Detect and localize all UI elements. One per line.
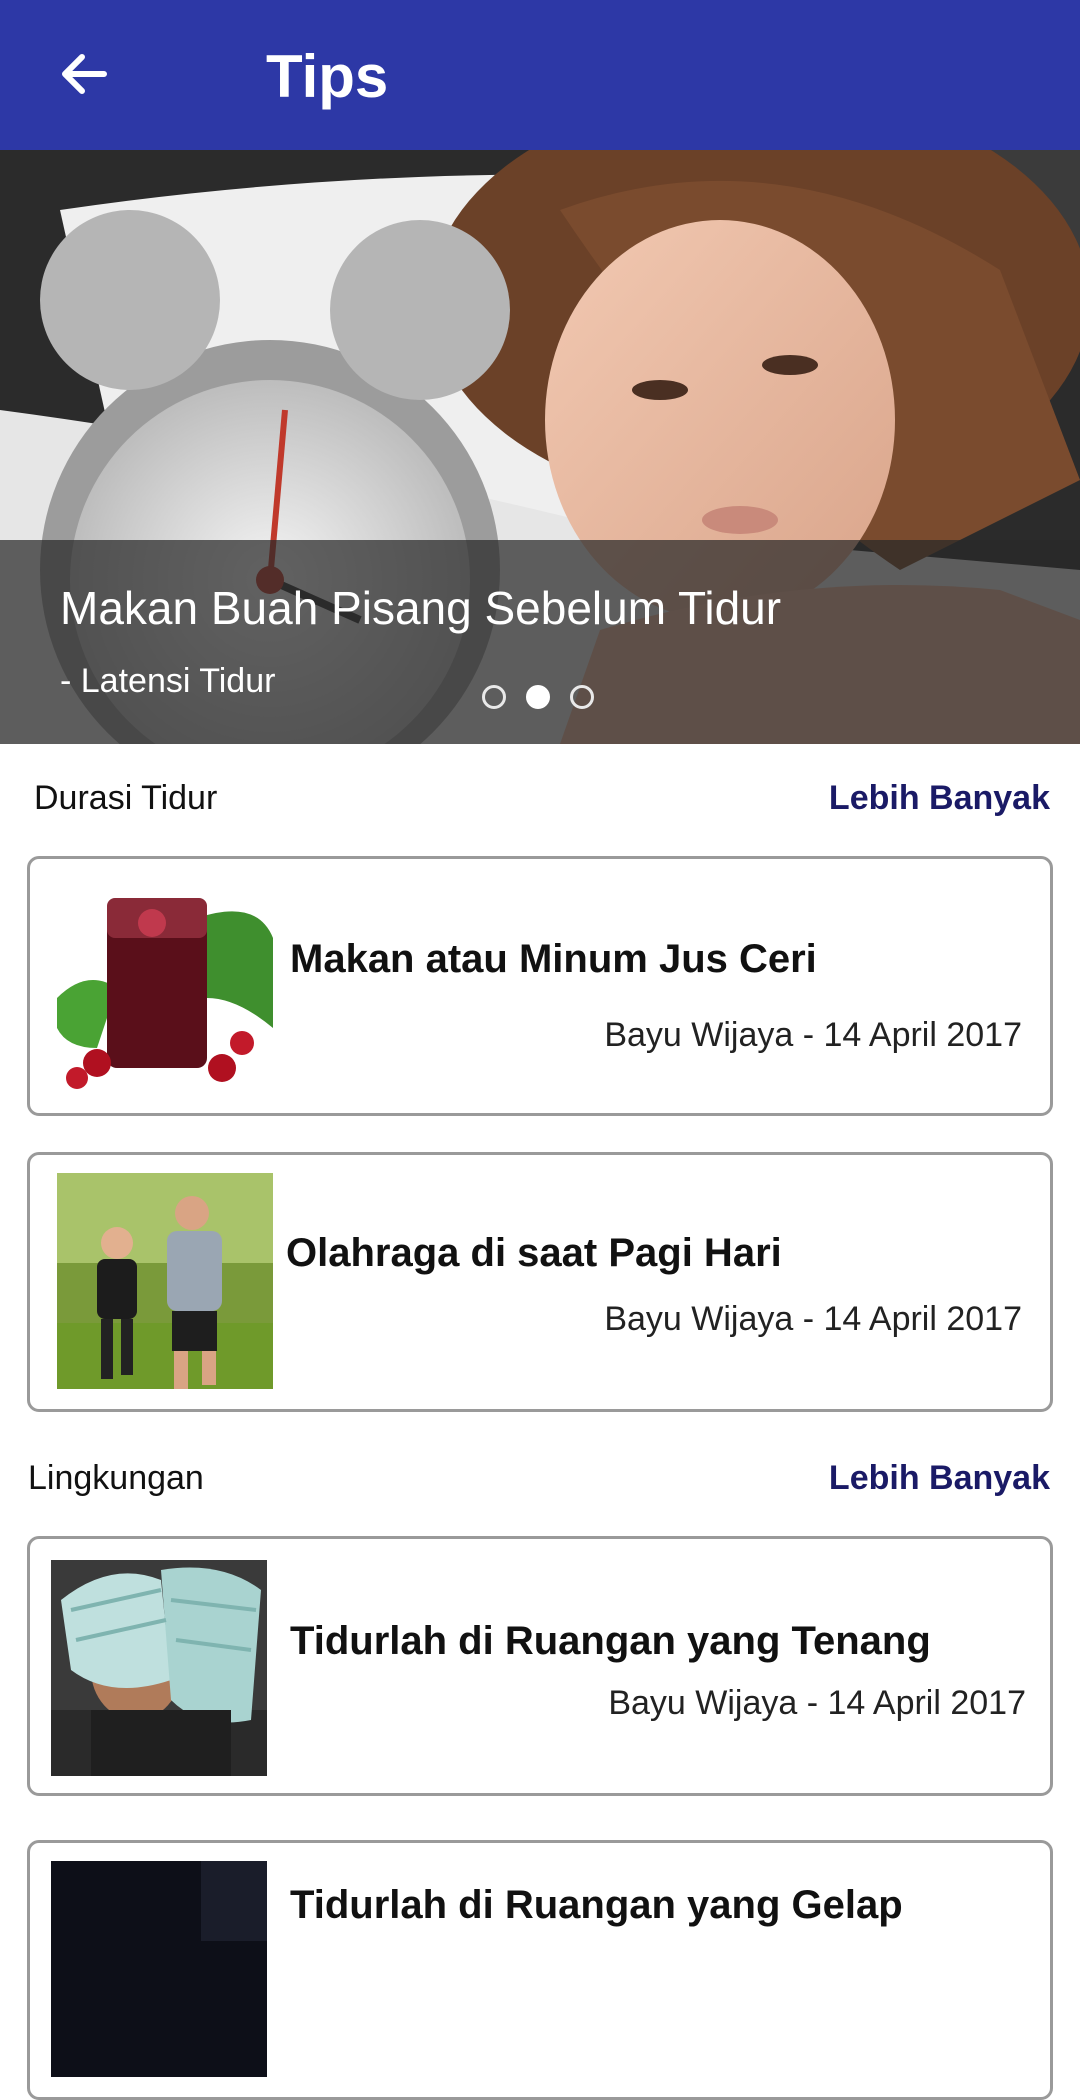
more-button-lingkungan[interactable]: Lebih Banyak <box>829 1458 1050 1498</box>
article-title: Makan atau Minum Jus Ceri <box>290 937 817 981</box>
article-title: Tidurlah di Ruangan yang Tenang <box>290 1619 931 1663</box>
app-bar: Tips <box>0 0 1080 150</box>
article-title: Tidurlah di Ruangan yang Gelap <box>290 1883 903 1927</box>
article-card[interactable]: Tidurlah di Ruangan yang Gelap <box>27 1840 1053 2100</box>
article-meta: Bayu Wijaya - 14 April 2017 <box>604 1300 1022 1338</box>
carousel-dot-3[interactable] <box>570 685 594 709</box>
hero-subtitle: - Latensi Tidur <box>60 662 276 700</box>
page-title: Tips <box>266 43 389 110</box>
article-card[interactable]: Tidurlah di Ruangan yang Tenang Bayu Wij… <box>27 1536 1053 1796</box>
hero-caption-overlay <box>0 540 1080 744</box>
article-meta: Bayu Wijaya - 14 April 2017 <box>604 1016 1022 1054</box>
article-thumbnail <box>51 1861 267 2077</box>
article-meta: Bayu Wijaya - 14 April 2017 <box>608 1684 1026 1722</box>
article-thumbnail <box>51 1560 267 1776</box>
article-thumbnail <box>57 1173 273 1389</box>
section-title-durasi-tidur: Durasi Tidur <box>34 779 218 817</box>
article-card[interactable]: Makan atau Minum Jus Ceri Bayu Wijaya - … <box>27 856 1053 1116</box>
hero-title: Makan Buah Pisang Sebelum Tidur <box>60 582 782 634</box>
back-arrow-icon[interactable] <box>58 48 110 100</box>
article-title: Olahraga di saat Pagi Hari <box>286 1231 782 1275</box>
hero-carousel[interactable]: Makan Buah Pisang Sebelum Tidur - Latens… <box>0 150 1080 744</box>
carousel-dot-1[interactable] <box>482 685 506 709</box>
article-thumbnail <box>57 878 273 1094</box>
carousel-indicator <box>482 685 594 713</box>
article-card[interactable]: Olahraga di saat Pagi Hari Bayu Wijaya -… <box>27 1152 1053 1412</box>
section-title-lingkungan: Lingkungan <box>28 1459 204 1497</box>
more-button-durasi-tidur[interactable]: Lebih Banyak <box>829 778 1050 818</box>
carousel-dot-2[interactable] <box>526 685 550 709</box>
